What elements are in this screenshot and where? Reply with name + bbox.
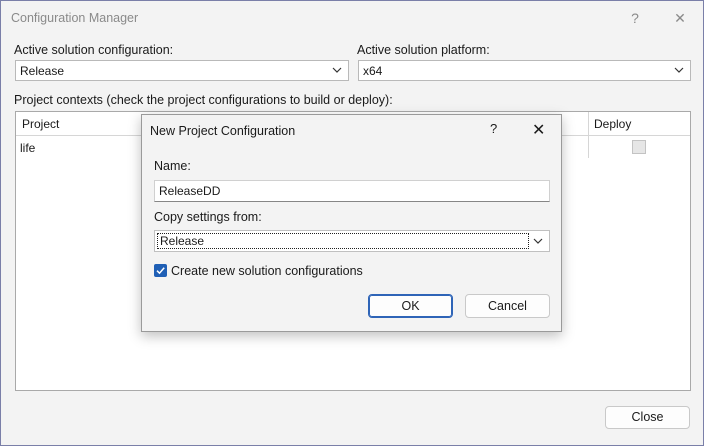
close-button[interactable]: Close	[605, 406, 690, 429]
dialog-title: New Project Configuration	[150, 124, 296, 138]
close-window-button[interactable]: ✕	[665, 6, 695, 30]
chevron-down-icon	[533, 238, 543, 244]
dialog-close-button[interactable]: ✕	[532, 120, 545, 140]
active-platform-label: Active solution platform:	[357, 43, 490, 57]
new-project-configuration-dialog: New Project Configuration ? ✕ Name: Copy…	[141, 114, 562, 332]
active-config-value: Release	[20, 64, 65, 78]
column-divider	[588, 112, 589, 158]
create-solution-configs-label: Create new solution configurations	[171, 264, 363, 278]
active-platform-value: x64	[363, 64, 383, 78]
project-contexts-label: Project contexts (check the project conf…	[14, 93, 393, 107]
window-title: Configuration Manager	[11, 11, 139, 25]
title-bar: Configuration Manager ? ✕	[1, 1, 703, 35]
ok-button[interactable]: OK	[368, 294, 453, 318]
copy-settings-label: Copy settings from:	[154, 210, 262, 224]
cancel-button[interactable]: Cancel	[465, 294, 550, 318]
active-platform-dropdown[interactable]: x64	[358, 60, 691, 81]
help-button[interactable]: ?	[620, 6, 650, 30]
copy-settings-dropdown[interactable]: Release	[154, 230, 550, 252]
chevron-down-icon	[332, 67, 342, 73]
column-header-project[interactable]: Project	[22, 117, 59, 131]
active-config-label: Active solution configuration:	[14, 43, 174, 57]
checkmark-icon	[156, 267, 165, 275]
chevron-down-icon	[674, 67, 684, 73]
name-label: Name:	[154, 159, 191, 173]
dialog-help-button[interactable]: ?	[490, 121, 497, 136]
copy-settings-value: Release	[160, 234, 205, 248]
active-config-dropdown[interactable]: Release	[15, 60, 349, 81]
project-name-cell: life	[20, 141, 36, 155]
deploy-checkbox[interactable]	[632, 140, 646, 154]
column-header-deploy[interactable]: Deploy	[594, 117, 631, 131]
create-solution-configs-checkbox[interactable]	[154, 264, 167, 277]
focus-rectangle: Release	[157, 233, 529, 249]
name-field[interactable]	[154, 180, 550, 202]
